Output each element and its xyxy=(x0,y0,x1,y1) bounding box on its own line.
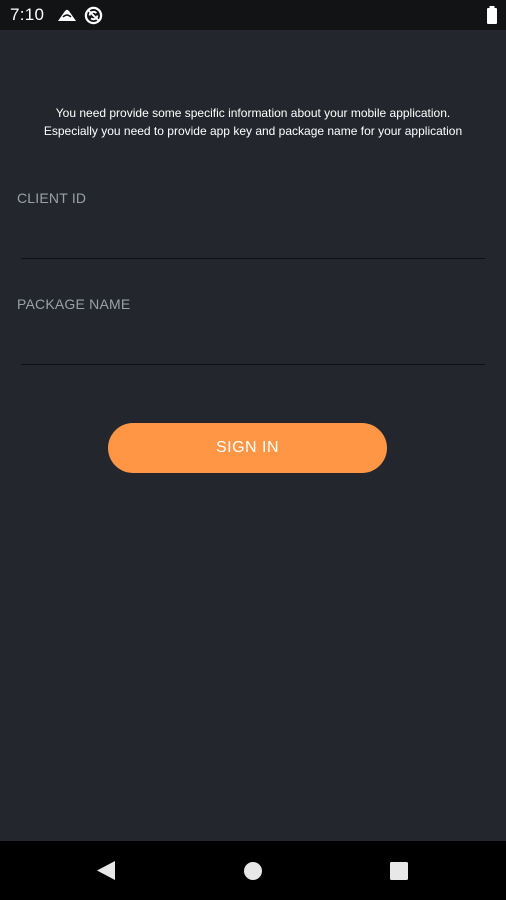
navigation-bar xyxy=(0,841,506,900)
battery-icon xyxy=(487,6,497,24)
package-name-label: PACKAGE NAME xyxy=(17,296,131,312)
sign-in-button[interactable]: SIGN IN xyxy=(108,423,387,473)
package-name-input[interactable] xyxy=(21,332,485,365)
back-icon[interactable] xyxy=(96,860,116,881)
status-time: 7:10 xyxy=(10,5,45,24)
intro-line-2: Especially you need to provide app key a… xyxy=(43,124,463,138)
intro-text: You need provide some specific informati… xyxy=(20,104,486,140)
client-id-label: CLIENT ID xyxy=(17,190,87,206)
cloud-icon xyxy=(58,9,76,21)
home-icon[interactable] xyxy=(244,862,262,880)
recents-icon[interactable] xyxy=(390,862,408,880)
sign-in-screen: You need provide some specific informati… xyxy=(0,30,506,841)
intro-line-1: You need provide some specific informati… xyxy=(55,106,451,120)
sync-disabled-icon xyxy=(84,6,103,25)
status-bar: 7:10 xyxy=(0,0,506,30)
client-id-input[interactable] xyxy=(21,226,485,259)
